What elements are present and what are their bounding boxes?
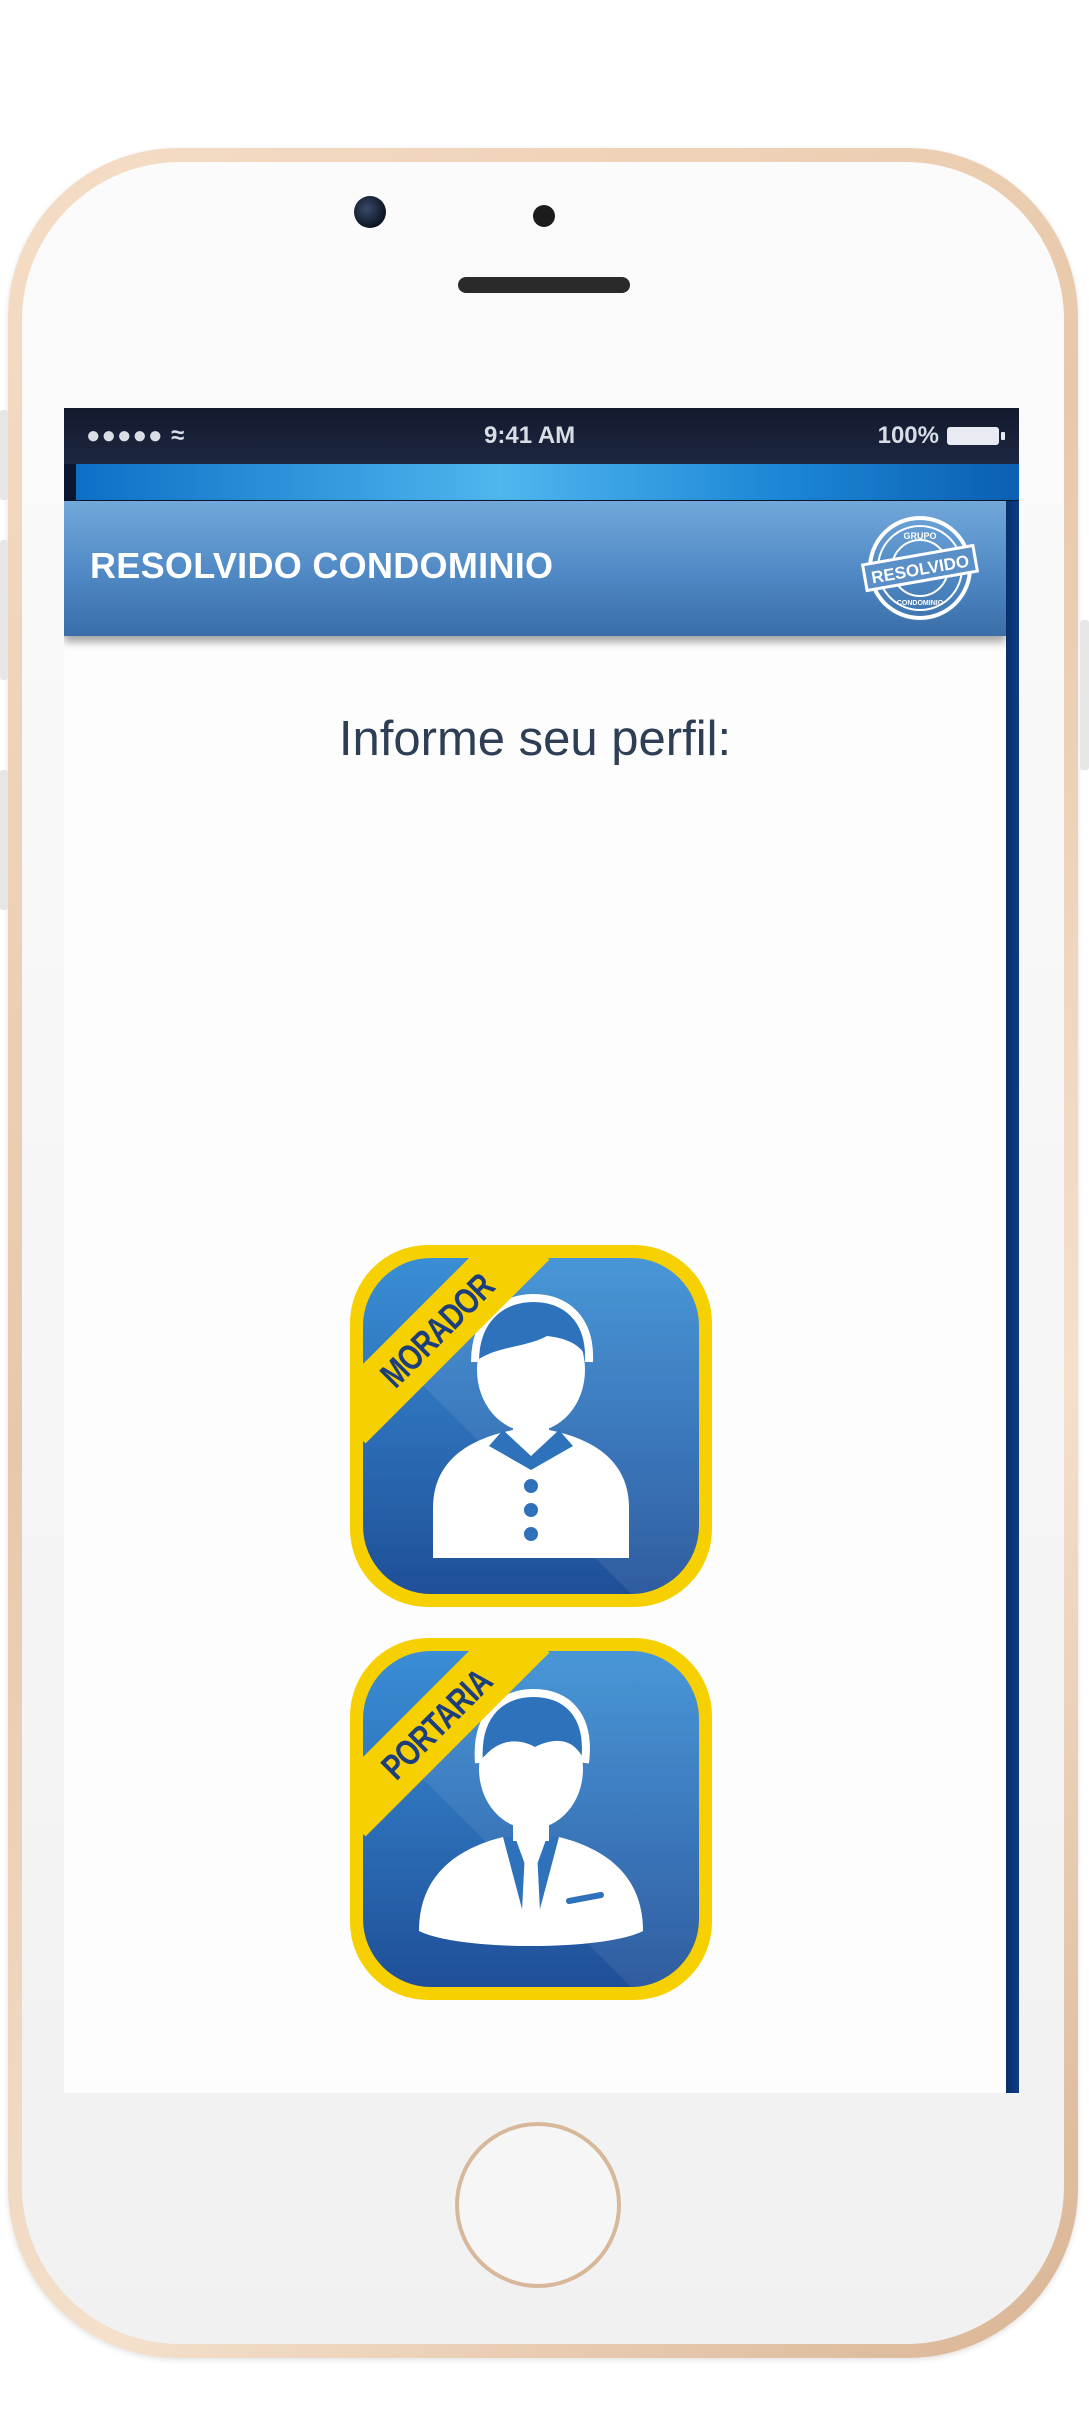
app-content: RESOLVIDO CONDOMINIO RESOLVIDO GRUPO CON…: [64, 501, 1006, 2093]
resolvido-seal-logo: RESOLVIDO GRUPO CONDOMINIO: [860, 516, 980, 620]
app-bar: RESOLVIDO CONDOMINIO RESOLVIDO GRUPO CON…: [64, 501, 1006, 636]
app-title: RESOLVIDO CONDOMINIO: [90, 545, 554, 586]
profile-prompt: Informe seu perfil:: [338, 712, 732, 766]
seal-top-text: GRUPO: [903, 531, 936, 541]
battery-indicator: 100%: [877, 422, 1005, 450]
front-camera: [354, 196, 386, 228]
earpiece-speaker: [458, 277, 630, 293]
status-accent-strip: [76, 464, 1019, 500]
volume-up-button: [0, 410, 8, 500]
volume-down-button: [0, 540, 8, 680]
power-button: [1080, 620, 1089, 770]
proximity-sensor: [533, 205, 555, 227]
signal-indicator: ●●●●● ≈: [86, 422, 186, 449]
doorman-icon: [419, 1688, 643, 1946]
battery-percent: 100%: [877, 422, 939, 449]
battery-icon: [947, 427, 1005, 445]
status-bar: ●●●●● ≈ 9:41 AM 100%: [64, 408, 1019, 464]
status-time: 9:41 AM: [484, 422, 576, 449]
resident-profile-button[interactable]: MORADOR: [350, 1245, 712, 1607]
screen-edge: [1006, 501, 1019, 2093]
doorman-button-face: PORTARIA: [363, 1651, 699, 1987]
mute-switch: [0, 770, 8, 910]
phone-screen: ●●●●● ≈ 9:41 AM 100% RESOLVIDO CONDOMINI…: [64, 408, 1019, 2093]
resident-button-face: MORADOR: [363, 1258, 699, 1594]
home-button[interactable]: [455, 2122, 621, 2288]
resident-icon: [433, 1293, 629, 1558]
doorman-profile-button[interactable]: PORTARIA: [350, 1638, 712, 2000]
seal-bottom-text: CONDOMINIO: [897, 600, 944, 607]
